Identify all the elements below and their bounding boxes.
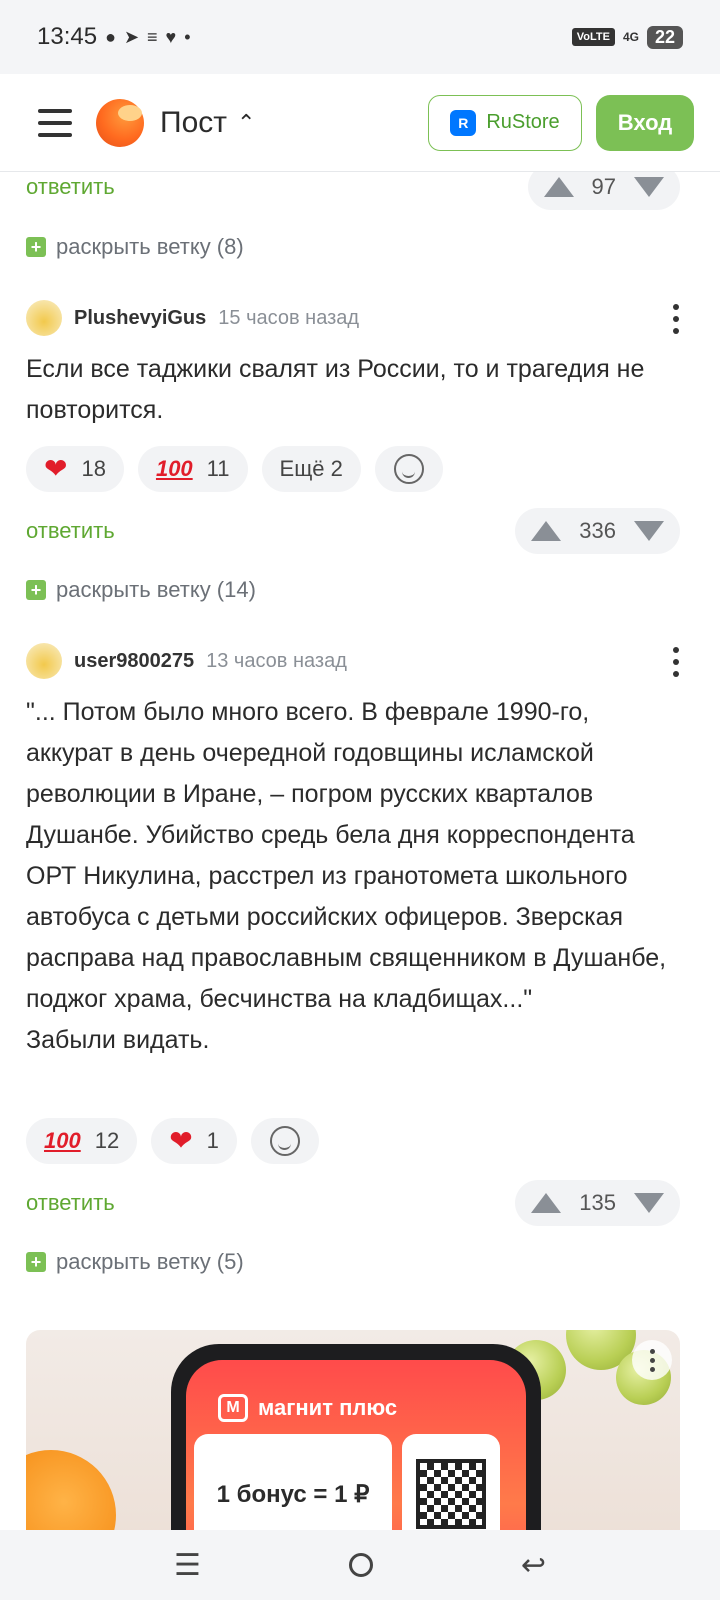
- more-options-icon[interactable]: [672, 647, 680, 677]
- rustore-button[interactable]: R RuStore: [428, 94, 582, 151]
- app-header: Пост ⌃ R RuStore Вход: [0, 74, 720, 172]
- vote-score: 97: [591, 174, 616, 199]
- comment-footer: ответить 97: [26, 172, 680, 210]
- comment-text: "... Потом было много всего. В феврале 1…: [26, 698, 667, 1054]
- ad-offer: 1 бонус = 1 ₽: [194, 1434, 392, 1530]
- lines-icon: ≡: [147, 26, 158, 47]
- status-right: VoLTE 4G 22: [571, 25, 683, 49]
- login-button[interactable]: Вход: [596, 94, 694, 151]
- reaction-count: 18: [81, 456, 106, 481]
- ad-brand-name: магнит плюс: [258, 1395, 398, 1420]
- comment-author: user9800275 13 часов назад: [26, 643, 680, 679]
- rustore-label: RuStore: [486, 111, 560, 133]
- avatar[interactable]: [26, 300, 62, 336]
- telegram-icon: ➤: [123, 26, 140, 47]
- reaction-heart[interactable]: ❤ 1: [151, 1118, 237, 1164]
- comment-text: Если все таджики свалят из России, то и …: [26, 355, 645, 424]
- hundred-icon: 100: [155, 456, 193, 481]
- comment-time[interactable]: 13 часов назад: [206, 650, 347, 673]
- ad-banner[interactable]: М магнит плюс 1 бонус = 1 ₽: [26, 1330, 680, 1530]
- heart-box-icon: ♥: [165, 26, 177, 47]
- reply-link[interactable]: ответить: [26, 1190, 115, 1216]
- expand-thread-label: раскрыть ветку (14): [56, 577, 256, 602]
- reply-link[interactable]: ответить: [26, 518, 115, 544]
- more-reactions-button[interactable]: Ещё 2: [261, 446, 361, 492]
- add-reaction-button[interactable]: [374, 446, 443, 492]
- downvote-icon[interactable]: [634, 521, 664, 541]
- comment-author: PlushevyiGus 15 часов назад: [26, 300, 680, 336]
- username[interactable]: PlushevyiGus: [74, 307, 206, 330]
- reaction-heart[interactable]: ❤ 18: [26, 446, 124, 492]
- hundred-icon: 100: [44, 1128, 81, 1153]
- volte-icon: VoLTE: [571, 28, 615, 46]
- reaction-count: 11: [206, 456, 230, 481]
- expand-thread-label: раскрыть ветку (5): [56, 1249, 244, 1274]
- ad-brand: М магнит плюс: [218, 1394, 397, 1422]
- rustore-icon: R: [450, 109, 477, 136]
- reaction-hundred[interactable]: 100 11: [137, 446, 248, 492]
- avatar[interactable]: [26, 643, 62, 679]
- qr-code-icon: [402, 1434, 500, 1530]
- dot-icon: •: [184, 26, 191, 47]
- home-icon[interactable]: [348, 1553, 373, 1577]
- plus-icon: +: [26, 237, 46, 257]
- back-icon[interactable]: ↩: [521, 1548, 546, 1583]
- username[interactable]: user9800275: [74, 650, 194, 673]
- status-bar: 13:45 ● ➤ ≡ ♥ • VoLTE 4G 22: [0, 0, 720, 74]
- notification-icons: ● ➤ ≡ ♥ •: [105, 27, 190, 48]
- vote-box: 135: [515, 1180, 680, 1226]
- reactions: 100 12 ❤ 1: [26, 1118, 680, 1164]
- chat-icon: ●: [105, 26, 116, 47]
- smile-icon: [393, 454, 424, 484]
- page-title[interactable]: Пост: [160, 106, 227, 140]
- vote-score: 135: [579, 1190, 616, 1215]
- reaction-count: 12: [94, 1128, 120, 1153]
- recent-apps-icon[interactable]: ☰: [174, 1548, 201, 1583]
- heart-icon: ❤: [44, 453, 68, 484]
- reaction-count: 1: [206, 1128, 219, 1153]
- plus-icon: +: [26, 580, 46, 600]
- status-time: 13:45: [37, 23, 98, 50]
- pikabu-logo[interactable]: [96, 98, 144, 147]
- expand-thread[interactable]: + раскрыть ветку (14): [26, 577, 680, 603]
- ad-options-icon[interactable]: [632, 1340, 672, 1380]
- add-reaction-button[interactable]: [250, 1118, 319, 1164]
- vote-box: 97: [527, 172, 680, 210]
- comment-time[interactable]: 15 часов назад: [218, 307, 359, 330]
- reactions: ❤ 18 100 11 Ещё 2: [26, 446, 680, 492]
- expand-thread[interactable]: + раскрыть ветку (8): [26, 234, 680, 260]
- downvote-icon[interactable]: [634, 177, 664, 197]
- reply-link[interactable]: ответить: [26, 174, 115, 200]
- comment-footer: ответить 336: [26, 508, 680, 554]
- orange-image: [26, 1450, 116, 1530]
- upvote-icon[interactable]: [543, 177, 574, 197]
- expand-thread-label: раскрыть ветку (8): [56, 234, 244, 259]
- reaction-hundred[interactable]: 100 12: [26, 1118, 138, 1164]
- comment-footer: ответить 135: [26, 1180, 680, 1226]
- heart-icon: ❤: [169, 1125, 193, 1156]
- comments-feed[interactable]: ответить 97 + раскрыть ветку (8) Plushev…: [0, 172, 720, 1530]
- smile-icon: [269, 1126, 300, 1156]
- expand-thread[interactable]: + раскрыть ветку (5): [26, 1249, 680, 1275]
- plus-icon: +: [26, 1252, 46, 1272]
- magnit-logo-icon: М: [218, 1394, 248, 1422]
- battery-icon: 22: [646, 25, 683, 49]
- upvote-icon[interactable]: [531, 521, 562, 541]
- system-nav-bar: ☰ ↩: [0, 1530, 720, 1600]
- vote-score: 336: [579, 518, 616, 543]
- upvote-icon[interactable]: [531, 1193, 562, 1213]
- more-options-icon[interactable]: [672, 304, 680, 334]
- chevron-up-icon[interactable]: ⌃: [237, 110, 255, 136]
- signal-icon: 4G: [622, 30, 639, 44]
- menu-icon[interactable]: [38, 108, 72, 137]
- vote-box: 336: [515, 508, 680, 554]
- downvote-icon[interactable]: [634, 1193, 664, 1213]
